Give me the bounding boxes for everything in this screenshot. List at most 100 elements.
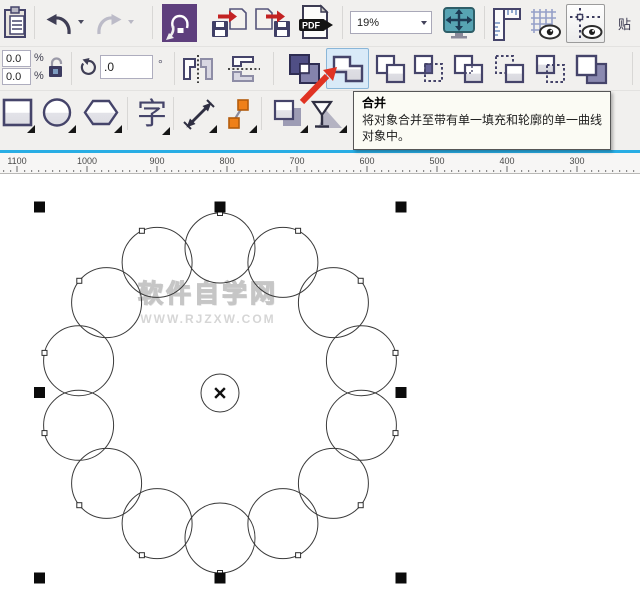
guidelines-toggle-button[interactable] xyxy=(566,4,605,43)
object-node[interactable] xyxy=(138,227,145,234)
connector-tool-button[interactable] xyxy=(221,96,257,133)
import-button[interactable] xyxy=(210,6,248,40)
selection-handle[interactable] xyxy=(395,387,407,398)
transparency-tool-button[interactable] xyxy=(309,96,347,133)
text-tool-button[interactable]: 字 xyxy=(134,94,170,135)
horizontal-ruler[interactable]: 1100 1000 900 800 700 600 500 400 300 xyxy=(0,153,640,174)
scale-h-field[interactable] xyxy=(2,50,31,67)
combine-button[interactable] xyxy=(285,51,323,87)
rulers-toggle-button[interactable] xyxy=(491,5,523,42)
front-minus-back-icon xyxy=(495,55,525,84)
intersect-button[interactable] xyxy=(410,51,448,89)
grid-toggle-button[interactable] xyxy=(528,5,563,42)
ring-circle[interactable] xyxy=(43,389,115,461)
selection-handle[interactable] xyxy=(214,201,226,213)
selected-circle-ring[interactable] xyxy=(0,174,640,615)
weld-icon xyxy=(332,55,363,82)
zoom-level-combo[interactable]: 19% xyxy=(350,11,432,34)
separator xyxy=(173,97,174,130)
object-node[interactable] xyxy=(76,277,83,284)
rotate-button[interactable] xyxy=(78,57,98,77)
trim-button[interactable] xyxy=(372,51,409,89)
ring-circle[interactable] xyxy=(184,212,256,284)
drop-shadow-tool-button[interactable] xyxy=(270,96,308,133)
unlocked-lock-icon xyxy=(48,56,62,77)
ring-circle[interactable] xyxy=(325,325,397,397)
pan-screen-button[interactable] xyxy=(442,6,476,40)
weld-button[interactable] xyxy=(326,48,369,89)
lock-ratio-button[interactable] xyxy=(46,55,64,79)
paste-icon xyxy=(4,6,26,38)
app-launcher-button[interactable] xyxy=(162,4,197,42)
tooltip-title: 合并 xyxy=(362,96,387,110)
selection-handle[interactable] xyxy=(395,572,407,584)
ruler-scale: 1100 1000 900 800 700 600 500 400 300 xyxy=(3,156,635,172)
undo-dropdown-caret[interactable] xyxy=(78,20,84,24)
tooltip-weld: 合并 将对象合并至带有单一填充和轮廓的单一曲线对象中。 xyxy=(353,91,611,150)
separator xyxy=(484,6,485,39)
object-node[interactable] xyxy=(138,552,145,559)
mirror-vertical-icon xyxy=(228,56,260,82)
object-node[interactable] xyxy=(41,349,48,356)
object-node[interactable] xyxy=(392,430,399,437)
selection-handle[interactable] xyxy=(34,201,45,213)
separator xyxy=(273,52,274,85)
publish-pdf-button[interactable]: PDF xyxy=(298,4,334,42)
object-node[interactable] xyxy=(295,227,302,234)
ring-circle[interactable] xyxy=(184,502,256,574)
undo-button[interactable] xyxy=(44,9,74,37)
flyout-indicator xyxy=(209,125,217,133)
ring-circle[interactable] xyxy=(43,325,115,397)
export-button[interactable] xyxy=(254,6,292,40)
simplify-icon xyxy=(453,54,484,84)
drawing-canvas[interactable]: 软件自学网 WWW.RJZXW.COM xyxy=(0,174,640,615)
object-node[interactable] xyxy=(76,502,83,509)
redo-dropdown-caret[interactable] xyxy=(128,20,134,24)
object-node[interactable] xyxy=(41,430,48,437)
flyout-indicator xyxy=(162,127,170,135)
zoom-level-value: 19% xyxy=(357,16,380,29)
ring-circle[interactable] xyxy=(247,488,319,560)
scale-v-field[interactable] xyxy=(2,68,31,85)
zoom-dropdown-caret[interactable] xyxy=(417,20,431,25)
app-launcher-icon xyxy=(162,4,197,42)
svg-text:900: 900 xyxy=(149,156,164,166)
snap-to-label[interactable]: 贴 xyxy=(618,14,631,33)
flyout-indicator xyxy=(68,125,76,133)
rectangle-tool-button[interactable] xyxy=(2,96,35,133)
selection-handle[interactable] xyxy=(395,201,407,213)
selection-handle[interactable] xyxy=(214,572,226,584)
object-node[interactable] xyxy=(357,277,364,284)
object-node[interactable] xyxy=(357,502,364,509)
paste-button[interactable] xyxy=(2,5,30,41)
ellipse-tool-button[interactable] xyxy=(41,96,76,133)
dimension-tool-button[interactable] xyxy=(181,96,217,133)
rotation-field[interactable] xyxy=(100,55,153,79)
simplify-button[interactable] xyxy=(450,51,488,89)
object-node[interactable] xyxy=(295,552,302,559)
back-minus-front-button[interactable] xyxy=(532,51,570,89)
mirror-horizontal-button[interactable] xyxy=(181,53,215,85)
redo-button[interactable] xyxy=(94,9,124,37)
flyout-indicator xyxy=(300,125,308,133)
mirror-horizontal-icon xyxy=(183,55,213,83)
object-node[interactable] xyxy=(392,349,399,356)
rulers-toggle-icon xyxy=(493,7,521,41)
polygon-tool-button[interactable] xyxy=(82,96,122,133)
flyout-indicator xyxy=(114,125,122,133)
boundary-button[interactable] xyxy=(572,51,612,89)
svg-text:400: 400 xyxy=(499,156,514,166)
ring-circle[interactable] xyxy=(247,226,319,298)
separator xyxy=(152,6,153,39)
mirror-vertical-button[interactable] xyxy=(227,53,261,85)
ring-circle[interactable] xyxy=(121,226,193,298)
separator xyxy=(261,97,262,130)
svg-text:300: 300 xyxy=(569,156,584,166)
ring-circle[interactable] xyxy=(121,488,193,560)
publish-pdf-icon: PDF xyxy=(299,4,333,39)
front-minus-back-button[interactable] xyxy=(491,51,529,89)
selection-handle[interactable] xyxy=(34,572,45,584)
undo-icon xyxy=(46,14,71,35)
ring-circle[interactable] xyxy=(325,389,397,461)
selection-handle[interactable] xyxy=(34,387,45,398)
